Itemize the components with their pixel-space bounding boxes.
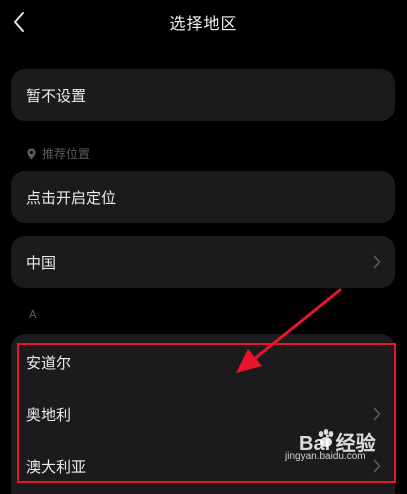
chevron-right-icon (373, 407, 381, 421)
location-pin-icon (27, 147, 36, 159)
no-setting-option[interactable]: 暂不设置 (11, 69, 395, 121)
top-bar: 选择地区 (0, 0, 407, 46)
country-row-austria[interactable]: 奥地利 (11, 388, 395, 440)
enable-location-label: 点击开启定位 (26, 188, 117, 207)
index-letter-a: A (29, 308, 37, 321)
enable-location-option[interactable]: 点击开启定位 (11, 171, 395, 223)
china-card: 中国 (11, 236, 395, 288)
chevron-right-icon (373, 459, 381, 473)
chevron-right-icon (373, 255, 381, 269)
page-title: 选择地区 (169, 14, 238, 33)
country-list-card: 安道尔 奥地利 澳大利亚 (11, 334, 395, 494)
country-row-australia[interactable]: 澳大利亚 (11, 440, 395, 492)
country-label-australia: 澳大利亚 (26, 457, 87, 476)
country-row-andorra[interactable]: 安道尔 (11, 336, 395, 388)
country-label-austria: 奥地利 (26, 405, 72, 424)
no-setting-label: 暂不设置 (26, 86, 87, 105)
country-row-china[interactable]: 中国 (11, 236, 395, 288)
country-label-china: 中国 (26, 253, 57, 272)
recommended-location-label: 推荐位置 (42, 147, 91, 161)
country-label-andorra: 安道尔 (26, 353, 72, 372)
no-setting-card: 暂不设置 (11, 69, 395, 121)
recommended-location-header: 推荐位置 (26, 145, 90, 162)
enable-location-card: 点击开启定位 (11, 171, 395, 223)
